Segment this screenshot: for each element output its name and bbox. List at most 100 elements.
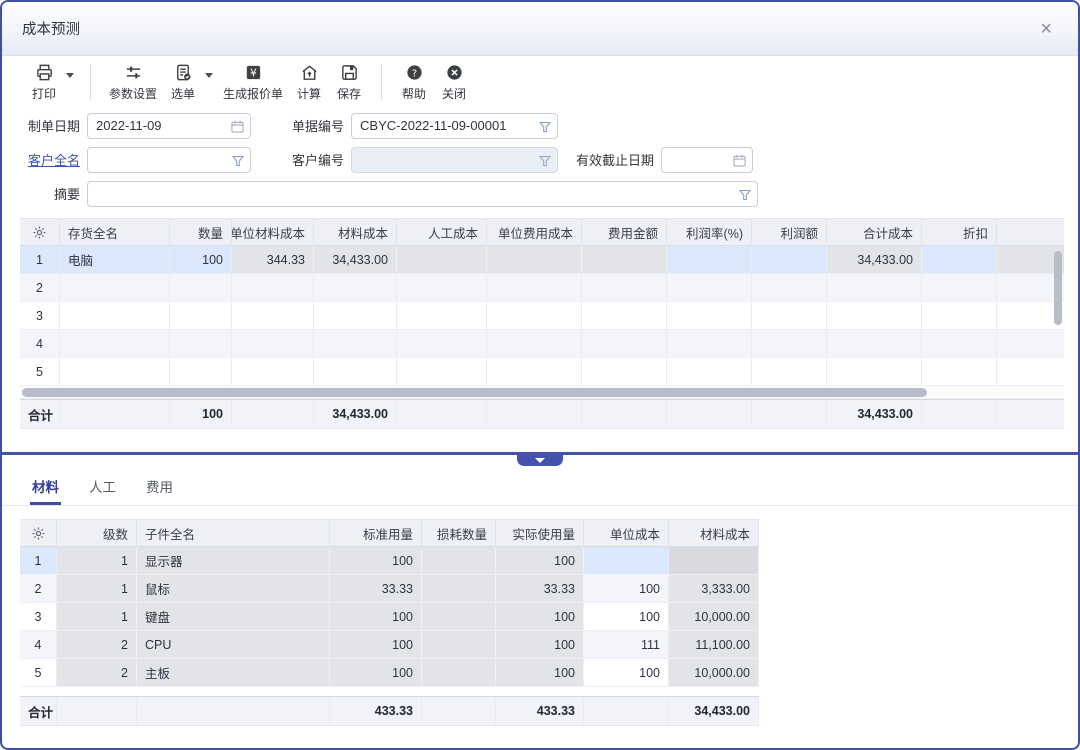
cell[interactable] <box>584 547 669 575</box>
cell[interactable] <box>997 358 1064 386</box>
cell[interactable] <box>922 274 997 302</box>
table-row[interactable]: 1电脑100344.3334,433.0034,433.00 <box>20 246 1064 274</box>
cell[interactable] <box>60 358 170 386</box>
row-number[interactable]: 2 <box>20 274 60 302</box>
cell[interactable] <box>170 358 232 386</box>
table-row[interactable]: 52主板10010010010,000.00 <box>20 659 759 687</box>
summary-input[interactable] <box>87 181 758 207</box>
cell[interactable] <box>752 302 827 330</box>
cell[interactable]: 100 <box>330 603 422 631</box>
cell[interactable] <box>922 246 997 274</box>
cell[interactable]: 100 <box>496 603 584 631</box>
table-row[interactable]: 2 <box>20 274 1064 302</box>
cell[interactable] <box>827 330 922 358</box>
cell[interactable]: 33.33 <box>330 575 422 603</box>
cell[interactable] <box>170 274 232 302</box>
cell[interactable] <box>582 358 667 386</box>
cell[interactable]: 100 <box>330 631 422 659</box>
cell[interactable] <box>997 330 1064 358</box>
cell[interactable] <box>922 330 997 358</box>
cell[interactable]: 主板 <box>137 659 330 687</box>
table-row[interactable]: 31键盘10010010010,000.00 <box>20 603 759 631</box>
cell[interactable] <box>582 302 667 330</box>
cell[interactable]: 2 <box>57 631 137 659</box>
tab-labor[interactable]: 人工 <box>89 476 116 505</box>
cell[interactable] <box>60 274 170 302</box>
row-number[interactable]: 5 <box>20 358 60 386</box>
doc-no-input[interactable] <box>351 113 558 139</box>
cell[interactable] <box>752 274 827 302</box>
row-number[interactable]: 1 <box>20 246 60 274</box>
cell[interactable] <box>827 274 922 302</box>
cell[interactable] <box>667 358 752 386</box>
cell[interactable] <box>170 302 232 330</box>
cell[interactable] <box>397 330 487 358</box>
cell[interactable] <box>232 302 314 330</box>
cell[interactable] <box>60 330 170 358</box>
cell[interactable] <box>752 358 827 386</box>
cell[interactable]: 100 <box>584 575 669 603</box>
cell[interactable] <box>582 246 667 274</box>
row-number[interactable]: 5 <box>20 659 57 687</box>
cell[interactable] <box>752 246 827 274</box>
cell[interactable] <box>422 603 496 631</box>
table-row[interactable]: 21鼠标33.3333.331003,333.00 <box>20 575 759 603</box>
cell[interactable] <box>314 330 397 358</box>
cell[interactable]: 100 <box>330 659 422 687</box>
cell[interactable] <box>314 358 397 386</box>
cell[interactable]: 344.33 <box>232 246 314 274</box>
tab-materials[interactable]: 材料 <box>32 476 59 505</box>
cell[interactable] <box>752 330 827 358</box>
close-toolbar-button[interactable]: 关闭 <box>434 63 474 102</box>
cell[interactable] <box>922 302 997 330</box>
row-number[interactable]: 3 <box>20 302 60 330</box>
row-number[interactable]: 1 <box>20 547 57 575</box>
table-row[interactable]: 3 <box>20 302 1064 330</box>
grid-settings-icon[interactable] <box>20 219 60 246</box>
cell[interactable]: 100 <box>170 246 232 274</box>
cell[interactable]: CPU <box>137 631 330 659</box>
cell[interactable] <box>397 358 487 386</box>
cell[interactable] <box>487 358 582 386</box>
cell[interactable]: 100 <box>330 547 422 575</box>
cell[interactable] <box>422 575 496 603</box>
help-button[interactable]: ? 帮助 <box>394 63 434 102</box>
cell[interactable] <box>232 358 314 386</box>
cell[interactable] <box>487 330 582 358</box>
table-row[interactable]: 42CPU10010011111,100.00 <box>20 631 759 659</box>
cell[interactable] <box>487 246 582 274</box>
valid-until-input[interactable] <box>661 147 753 173</box>
cell[interactable]: 100 <box>584 603 669 631</box>
customer-name-link[interactable]: 客户全名 <box>22 150 80 169</box>
cell[interactable] <box>667 302 752 330</box>
row-number[interactable]: 2 <box>20 575 57 603</box>
cell[interactable] <box>667 330 752 358</box>
table-row[interactable]: 5 <box>20 358 1064 386</box>
cell[interactable]: 33.33 <box>496 575 584 603</box>
row-number[interactable]: 4 <box>20 330 60 358</box>
cell[interactable] <box>60 302 170 330</box>
cell[interactable] <box>422 547 496 575</box>
cell[interactable]: 1 <box>57 575 137 603</box>
cell[interactable] <box>397 274 487 302</box>
cell[interactable]: 100 <box>496 659 584 687</box>
cell[interactable] <box>922 358 997 386</box>
select-order-dropdown-icon[interactable] <box>205 73 213 78</box>
row-number[interactable]: 4 <box>20 631 57 659</box>
cell[interactable] <box>397 302 487 330</box>
print-dropdown-icon[interactable] <box>66 73 74 78</box>
cell[interactable]: 显示器 <box>137 547 330 575</box>
cell[interactable] <box>422 659 496 687</box>
cell[interactable] <box>669 547 759 575</box>
select-order-button[interactable]: 选单 <box>163 63 203 102</box>
table-row[interactable]: 4 <box>20 330 1064 358</box>
tab-expenses[interactable]: 费用 <box>146 476 173 505</box>
cell[interactable]: 11,100.00 <box>669 631 759 659</box>
cell[interactable]: 34,433.00 <box>827 246 922 274</box>
cell[interactable] <box>582 330 667 358</box>
cell[interactable] <box>667 274 752 302</box>
cell[interactable]: 2 <box>57 659 137 687</box>
cell[interactable]: 100 <box>496 631 584 659</box>
doc-date-input[interactable] <box>87 113 251 139</box>
cell[interactable] <box>314 274 397 302</box>
